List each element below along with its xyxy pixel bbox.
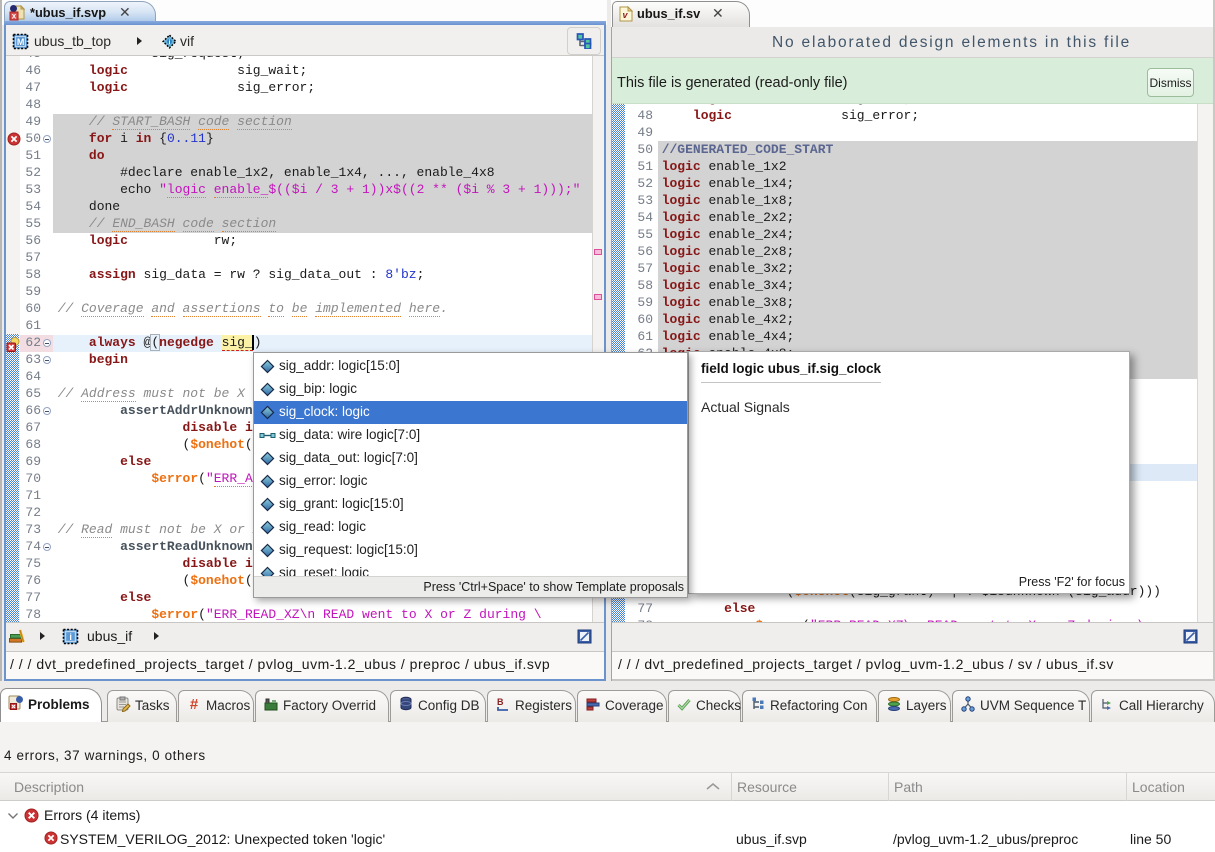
svg-text:M: M (17, 37, 25, 47)
svg-text:i: i (169, 39, 171, 46)
svg-text:B: B (497, 697, 504, 707)
svg-text:#: # (190, 696, 199, 712)
svg-text:i: i (69, 632, 72, 642)
svg-text:x: x (12, 12, 17, 21)
